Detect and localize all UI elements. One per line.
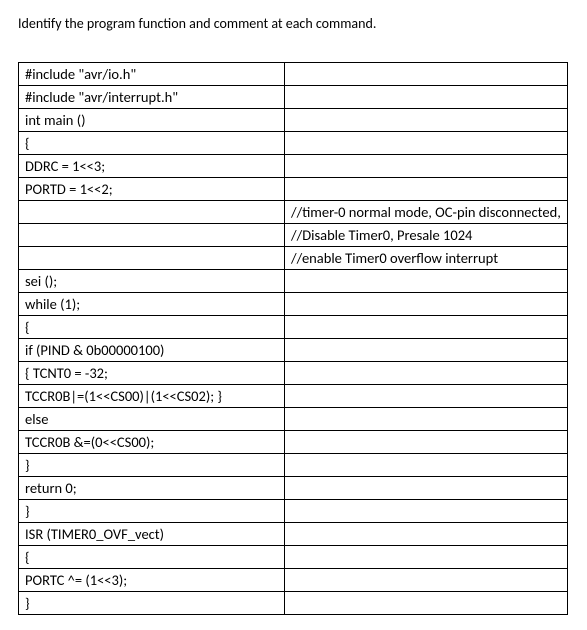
table-row: //timer-0 normal mode, OC-pin disconnect… [19,201,568,224]
code-cell: else [19,408,285,431]
code-cell: TCCR0B|=(1<<CS00)|(1<<CS02); } [19,385,285,408]
comment-cell [285,408,568,431]
comment-cell [285,546,568,569]
code-cell: DDRC = 1<<3; [19,155,285,178]
table-row: int main () [19,109,568,132]
comment-cell [285,523,568,546]
code-cell: TCCR0B &=(0<<CS00); [19,431,285,454]
comment-cell [285,86,568,109]
table-row: { [19,546,568,569]
table-row: } [19,454,568,477]
code-cell [19,247,285,270]
code-cell: #include "avr/interrupt.h" [19,86,285,109]
comment-cell [285,293,568,316]
comment-cell [285,109,568,132]
code-table: #include "avr/io.h"#include "avr/interru… [18,62,568,615]
comment-cell: //Disable Timer0, Presale 1024 [285,224,568,247]
code-cell: PORTC ^= (1<<3); [19,569,285,592]
comment-cell: //timer-0 normal mode, OC-pin disconnect… [285,201,568,224]
table-row: TCCR0B &=(0<<CS00); [19,431,568,454]
comment-cell [285,178,568,201]
code-cell: } [19,500,285,523]
comment-cell [285,477,568,500]
table-row: } [19,500,568,523]
comment-cell [285,155,568,178]
table-row: return 0; [19,477,568,500]
comment-cell: //enable Timer0 overflow interrupt [285,247,568,270]
code-cell: PORTD = 1<<2; [19,178,285,201]
code-cell: int main () [19,109,285,132]
code-cell: { [19,316,285,339]
table-row: if (PIND & 0b00000100) [19,339,568,362]
table-row: { [19,132,568,155]
code-cell: if (PIND & 0b00000100) [19,339,285,362]
code-cell: { [19,132,285,155]
table-row: else [19,408,568,431]
code-cell [19,201,285,224]
code-cell: sei (); [19,270,285,293]
comment-cell [285,339,568,362]
table-row: PORTC ^= (1<<3); [19,569,568,592]
comment-cell [285,385,568,408]
code-cell [19,224,285,247]
comment-cell [285,63,568,86]
comment-cell [285,132,568,155]
table-row: ISR (TIMER0_OVF_vect) [19,523,568,546]
table-row: //Disable Timer0, Presale 1024 [19,224,568,247]
code-cell: return 0; [19,477,285,500]
table-row: #include "avr/io.h" [19,63,568,86]
table-row: while (1); [19,293,568,316]
table-row: #include "avr/interrupt.h" [19,86,568,109]
code-cell: #include "avr/io.h" [19,63,285,86]
comment-cell [285,500,568,523]
table-row: //enable Timer0 overflow interrupt [19,247,568,270]
table-row: PORTD = 1<<2; [19,178,568,201]
comment-cell [285,431,568,454]
comment-cell [285,270,568,293]
comment-cell [285,569,568,592]
code-cell: } [19,454,285,477]
table-row: { TCNT0 = -32; [19,362,568,385]
code-cell: { TCNT0 = -32; [19,362,285,385]
code-cell: { [19,546,285,569]
table-row: } [19,592,568,615]
comment-cell [285,454,568,477]
code-cell: while (1); [19,293,285,316]
code-cell: ISR (TIMER0_OVF_vect) [19,523,285,546]
comment-cell [285,592,568,615]
table-row: { [19,316,568,339]
table-row: TCCR0B|=(1<<CS00)|(1<<CS02); } [19,385,568,408]
code-cell: } [19,592,285,615]
comment-cell [285,316,568,339]
table-row: DDRC = 1<<3; [19,155,568,178]
table-row: sei (); [19,270,568,293]
comment-cell [285,362,568,385]
instruction-text: Identify the program function and commen… [18,15,569,32]
